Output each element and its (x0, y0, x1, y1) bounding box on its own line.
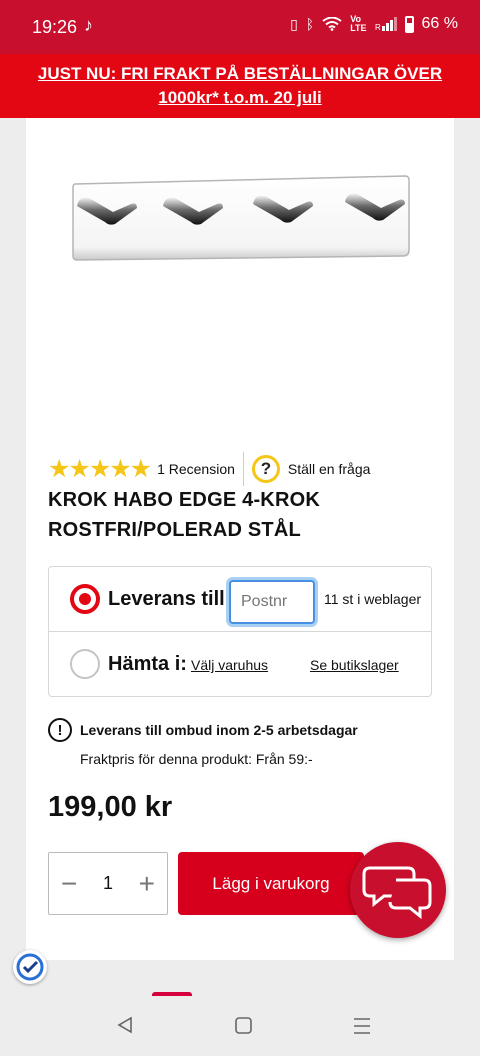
status-bar: 19:26 ♪ ▯ ᛒ Vo LTE R 66 % (0, 0, 480, 54)
promo-banner[interactable]: JUST NU: FRI FRAKT PÅ BESTÄLLNINGAR ÖVER… (0, 54, 480, 118)
product-title-line-2: ROSTFRI/POLERAD STÅL (48, 519, 301, 541)
wifi-icon (322, 17, 342, 31)
verified-badge[interactable] (13, 950, 47, 984)
product-price: 199,00 kr (48, 791, 173, 823)
delivery-option-row[interactable]: Leverans till: 11 st i weblager (49, 567, 431, 632)
home-icon[interactable] (235, 1017, 252, 1034)
divider (242, 452, 244, 486)
vibrate-icon: ▯ (290, 15, 298, 32)
status-icons: ▯ ᛒ Vo LTE R 66 % (290, 15, 458, 33)
freight-price-text: Fraktpris för denna produkt: Från 59:- (80, 751, 313, 767)
bluetooth-icon: ᛒ (305, 16, 315, 32)
quantity-plus-button[interactable]: + (139, 869, 155, 898)
rating-stars[interactable]: ★★★★★ (48, 454, 152, 484)
promo-line-2[interactable]: 1000kr* t.o.m. 20 juli (0, 86, 480, 110)
ask-question-link[interactable]: Ställ en fråga (288, 461, 371, 477)
pickup-radio[interactable] (70, 649, 100, 679)
review-count[interactable]: 1 Recension (157, 461, 235, 477)
postnr-input[interactable] (229, 580, 315, 624)
pickup-label: Hämta i: (108, 653, 187, 675)
see-store-stock-link[interactable]: Se butikslager (310, 657, 399, 673)
question-icon[interactable]: ? (251, 455, 280, 483)
rating-row: ★★★★★ 1 Recension ? Ställ en fråga (48, 452, 370, 486)
recents-icon[interactable] (353, 1018, 371, 1034)
delivery-info-text: Leverans till ombud inom 2-5 arbetsdagar (80, 722, 358, 738)
svg-text:R: R (375, 23, 381, 31)
pickup-option-row[interactable]: Hämta i: Välj varuhus Se butikslager (49, 632, 431, 697)
quantity-value[interactable]: 1 (103, 873, 113, 894)
promo-line-1[interactable]: JUST NU: FRI FRAKT PÅ BESTÄLLNINGAR ÖVER (0, 62, 480, 86)
status-time: 19:26 (32, 17, 78, 37)
volte-icon: Vo LTE (350, 14, 367, 33)
web-stock-text: 11 st i weblager (324, 591, 422, 607)
delivery-options: Leverans till: 11 st i weblager Hämta i:… (48, 566, 432, 697)
product-image[interactable] (71, 174, 411, 262)
product-title-line-1: KROK HABO EDGE 4-KROK (48, 489, 320, 511)
back-icon[interactable] (116, 1016, 134, 1034)
quantity-stepper: − 1 + (48, 852, 168, 915)
product-card: ★★★★★ 1 Recension ? Ställ en fråga KROK … (26, 118, 454, 960)
android-nav-bar (0, 996, 480, 1056)
verified-badge-icon (16, 953, 44, 981)
battery-percent: 66 % (421, 15, 458, 32)
product-title: KROK HABO EDGE 4-KROK ROSTFRI/POLERAD ST… (48, 485, 438, 545)
info-icon: ! (48, 718, 72, 742)
battery-icon (404, 15, 414, 33)
signal-icon: R (375, 17, 397, 31)
quantity-minus-button[interactable]: − (61, 869, 77, 898)
chat-button[interactable] (350, 842, 446, 938)
choose-store-link[interactable]: Välj varuhus (191, 657, 268, 673)
delivery-radio[interactable] (70, 584, 100, 614)
tiktok-icon: ♪ (84, 15, 93, 35)
add-to-cart-button[interactable]: Lägg i varukorg (178, 852, 364, 915)
delivery-label: Leverans till: (108, 588, 232, 610)
chat-icon (362, 866, 432, 920)
